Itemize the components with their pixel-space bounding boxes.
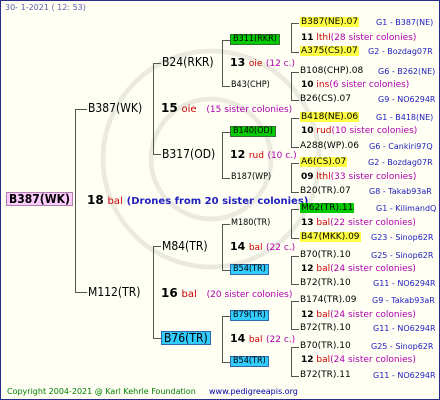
gen4-node[interactable]: B72(TR).10 — [300, 324, 351, 333]
gen3-info: 11 lthl(28 sister colonies) — [301, 33, 417, 43]
gen2-info: 12 rud (10 c.) — [230, 148, 297, 161]
gen4-code: G11 - NO6294R — [373, 371, 436, 380]
gen3-node[interactable]: B187(WP) — [231, 173, 271, 182]
gen4-code: G8 - Takab93aR — [369, 187, 432, 196]
gen3-node[interactable]: B54(TR) — [230, 356, 269, 367]
gen4-node[interactable]: B72(TR).10 — [300, 279, 351, 288]
gen4-node[interactable]: B174(TR).09 — [300, 296, 356, 305]
gen3-node[interactable]: M180(TR) — [231, 219, 270, 228]
gen1-info: 16 bal (20 sister colonies) — [161, 286, 293, 300]
gen4-node[interactable]: A375(CS).07 — [300, 46, 359, 56]
gen4-code: G23 - Sinop62R — [371, 233, 434, 242]
root-queen[interactable]: B387(WK) — [6, 192, 73, 206]
gen1-node[interactable]: M112(TR) — [88, 286, 140, 298]
gen4-node[interactable]: B70(TR).10 — [300, 342, 351, 351]
gen4-code: G1 - KilimandQ — [376, 204, 437, 213]
gen4-node[interactable]: B70(TR).10 — [300, 251, 351, 260]
gen4-node[interactable]: B418(NE).06 — [300, 112, 360, 122]
gen3-info: 12 bal(24 sister colonies) — [301, 264, 416, 274]
gen3-node[interactable]: B311(RKR) — [230, 34, 280, 45]
gen2-node[interactable]: B24(RKR) — [162, 56, 214, 68]
gen2-node[interactable]: B76(TR) — [161, 331, 211, 345]
gen4-code: G2 - Bozdag07R — [368, 47, 433, 56]
gen4-code: G11 - NO6294R — [373, 324, 436, 333]
gen4-node[interactable]: B20(TR).07 — [300, 187, 351, 196]
gen4-node[interactable]: A288(WP).06 — [300, 142, 359, 151]
gen4-code: G1 - B387(NE) — [376, 18, 434, 27]
gen2-info: 14 bal (22 c.) — [230, 240, 296, 253]
gen4-code: G6 - B262(NE) — [378, 67, 436, 76]
gen4-node[interactable]: B26(CS).07 — [300, 95, 351, 104]
gen4-code: G9 - NO6294R — [378, 95, 436, 104]
gen4-node[interactable]: B47(MKK).09 — [300, 232, 361, 242]
gen3-node[interactable]: B43(CHP) — [231, 81, 270, 90]
gen4-node[interactable]: B108(CHP).08 — [300, 67, 363, 76]
gen4-code: G25 - Sinop62R — [371, 342, 434, 351]
gen4-code: G1 - B418(NE) — [376, 113, 434, 122]
gen4-node[interactable]: B72(TR).11 — [300, 371, 351, 380]
gen3-node[interactable]: B79(TR) — [230, 310, 269, 321]
gen4-code: G11 - NO6294R — [373, 279, 436, 288]
footer-copyright: Copyright 2004-2021 @ Karl Kehrle Founda… — [7, 387, 196, 396]
gen3-info: 12 bal(24 sister colonies) — [301, 310, 416, 320]
gen4-code: G6 - Cankiri97Q — [369, 142, 433, 151]
gen3-info: 09 lthl(33 sister colonies) — [301, 172, 417, 182]
gen3-info: 12 bal(24 sister colonies) — [301, 355, 416, 365]
gen2-node[interactable]: M84(TR) — [162, 240, 208, 252]
gen3-info: 10 rud(10 sister colonies) — [301, 126, 418, 136]
gen3-node[interactable]: B140(OD) — [230, 126, 276, 137]
root-info: 18 bal (Drones from 20 sister colonies) — [87, 193, 309, 207]
pedigree-chart: 30- 1-2021 ( 12: 53) B387(WK) 18 bal (Dr… — [0, 0, 440, 400]
date-stamp: 30- 1-2021 ( 12: 53) — [5, 3, 86, 12]
gen3-node[interactable]: B54(TR) — [230, 264, 269, 275]
gen2-node[interactable]: B317(OD) — [162, 148, 215, 160]
gen3-info: 10 ins(6 sister colonies) — [301, 80, 410, 90]
gen4-code: G9 - Takab93aR — [372, 296, 435, 305]
gen3-info: 13 bal(22 sister colonies) — [301, 218, 416, 228]
gen1-info: 15 oie (15 sister colonies) — [161, 101, 293, 115]
gen4-node[interactable]: A6(CS).07 — [300, 157, 348, 167]
gen2-info: 13 oie (12 c.) — [230, 56, 296, 69]
footer-link[interactable]: www.pedigreeapis.org — [209, 388, 298, 396]
gen4-node[interactable]: M62(TR).11 — [300, 203, 355, 213]
gen1-node[interactable]: B387(WK) — [88, 102, 142, 114]
gen2-info: 14 bal (22 c.) — [230, 332, 296, 345]
gen4-code: G25 - Sinop62R — [371, 251, 434, 260]
gen4-node[interactable]: B387(NE).07 — [300, 17, 360, 27]
gen4-code: G2 - Bozdag07R — [368, 158, 433, 167]
